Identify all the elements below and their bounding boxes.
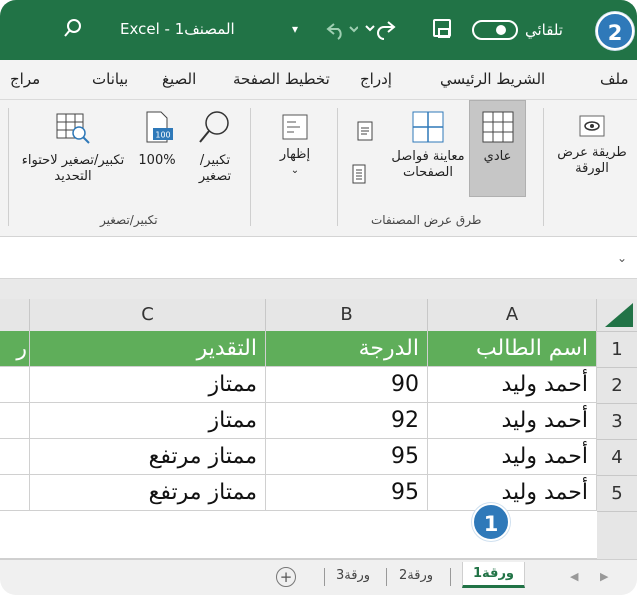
zoom-group-label: تكبير/تصغير	[100, 213, 158, 227]
workbook-views-group-label: طرق عرض المصنفات	[371, 213, 482, 227]
search-icon[interactable]	[62, 17, 84, 39]
page-break-preview-button[interactable]: معاينة فواصل الصفحات	[390, 110, 466, 181]
scroll-left-icon[interactable]: ◀	[570, 570, 578, 583]
window-title: Excel - المصنف1	[120, 20, 235, 38]
title-bar: Excel - المصنف1 ▾ تلقائي	[0, 0, 637, 60]
row-header-3[interactable]: 3	[597, 403, 637, 439]
toggle-knob	[496, 25, 506, 35]
show-button[interactable]: إظهار ⌄	[262, 112, 328, 179]
svg-text:100: 100	[155, 131, 170, 140]
row-header-2[interactable]: 2	[597, 367, 637, 403]
tab-page-layout[interactable]: تخطيط الصفحة	[233, 70, 330, 88]
cell-a1[interactable]: اسم الطالب	[428, 331, 597, 367]
zoom-100-label: 100%	[138, 153, 176, 168]
page-break-preview-label: معاينة فواصل الصفحات	[391, 149, 465, 180]
sheet-view-button[interactable]: طريقة عرض الورقة	[550, 112, 634, 177]
worksheet-grid: A B C 1 2 3 4 5 اسم الطالب الدرجة التقدي…	[0, 279, 637, 559]
callout-badge-2: 2	[596, 12, 634, 50]
autosave-label: تلقائي	[525, 21, 563, 39]
normal-view-button[interactable]: عادي	[470, 110, 525, 165]
cell-d4[interactable]	[0, 439, 30, 475]
page-break-icon	[412, 111, 444, 143]
column-header-d[interactable]	[0, 299, 30, 331]
callout-badge-1: 1	[472, 503, 510, 541]
tab-home[interactable]: الشريط الرئيسي	[440, 70, 545, 88]
divider	[8, 108, 9, 226]
divider	[324, 568, 325, 586]
zoom-selection-icon	[56, 113, 90, 144]
sheet-view-label: طريقة عرض الورقة	[557, 145, 627, 176]
cell-b5[interactable]: 95	[266, 475, 428, 511]
cell-c5[interactable]: ممتاز مرتفع	[30, 475, 266, 511]
cell-d5[interactable]	[0, 475, 30, 511]
tab-review[interactable]: مراج	[10, 70, 40, 88]
cell-a5[interactable]: أحمد وليد	[428, 475, 597, 511]
eye-icon	[579, 115, 605, 137]
zoom-label: تكبير/ تصغير	[198, 153, 232, 184]
tab-file[interactable]: ملف	[600, 70, 629, 88]
add-sheet-button[interactable]: +	[276, 567, 296, 587]
row-header-5[interactable]: 5	[597, 475, 637, 511]
show-dropdown-icon: ⌄	[290, 165, 300, 176]
cell-c4[interactable]: ممتاز مرتفع	[30, 439, 266, 475]
sheet-tabs-bar: ◀ ▶ ورقة1 ورقة2 ورقة3 +	[0, 559, 637, 595]
undo-icon[interactable]	[318, 18, 358, 40]
column-header-c[interactable]: C	[30, 299, 266, 331]
formula-bar[interactable]: ⌄	[0, 237, 637, 279]
cell-b4[interactable]: 95	[266, 439, 428, 475]
show-icon	[282, 114, 308, 140]
cell-d3[interactable]	[0, 403, 30, 439]
zoom-100-button[interactable]: 100 100%	[132, 108, 182, 169]
cell-c1[interactable]: التقدير	[30, 331, 266, 367]
cell-a3[interactable]: أحمد وليد	[428, 403, 597, 439]
chevron-down-icon[interactable]: ⌄	[617, 251, 627, 265]
cell-b1[interactable]: الدرجة	[266, 331, 428, 367]
tab-insert[interactable]: إدراج	[360, 70, 392, 88]
row-header-1[interactable]: 1	[597, 331, 637, 367]
tab-formulas[interactable]: الصيغ	[162, 70, 196, 88]
cell-c2[interactable]: ممتاز	[30, 367, 266, 403]
magnifier-icon	[199, 111, 229, 143]
save-icon[interactable]	[433, 19, 451, 38]
scroll-right-icon[interactable]: ▶	[600, 570, 608, 583]
customize-icon[interactable]: ▾	[292, 22, 298, 36]
autosave-toggle[interactable]	[472, 20, 518, 40]
divider	[386, 568, 387, 586]
zoom-to-selection-button[interactable]: تكبير/تصغير لاحتواء التحديد	[14, 108, 132, 185]
normal-view-label: عادي	[483, 149, 512, 164]
cell-b2[interactable]: 90	[266, 367, 428, 403]
divider	[250, 108, 251, 226]
row-header-4[interactable]: 4	[597, 439, 637, 475]
sheet-tab-3[interactable]: ورقة3	[336, 568, 370, 583]
select-all-corner[interactable]	[597, 299, 637, 331]
sheet-tab-1[interactable]: ورقة1	[462, 562, 526, 588]
show-label: إظهار	[279, 147, 311, 162]
cell-b3[interactable]: 92	[266, 403, 428, 439]
sheet-tab-2[interactable]: ورقة2	[399, 568, 433, 583]
excel-window: Excel - المصنف1 ▾ تلقائي 2 ملف الشريط ال…	[0, 0, 637, 595]
select-all-triangle	[605, 303, 633, 327]
divider	[337, 108, 338, 226]
cell-d1[interactable]: ر	[0, 331, 30, 367]
redo-icon[interactable]	[362, 16, 412, 42]
ribbon: طريقة عرض الورقة عادي معاينة فواصل الصفح…	[0, 100, 637, 237]
divider	[450, 568, 451, 586]
cell-a2[interactable]: أحمد وليد	[428, 367, 597, 403]
zoom-100-icon: 100	[146, 111, 173, 143]
page-layout-icon[interactable]	[355, 120, 377, 144]
zoom-to-selection-label: تكبير/تصغير لاحتواء التحديد	[21, 153, 125, 184]
cell-d2[interactable]	[0, 367, 30, 403]
zoom-button[interactable]: تكبير/ تصغير	[186, 108, 244, 185]
ribbon-tabs: ملف الشريط الرئيسي إدراج تخطيط الصفحة ال…	[0, 60, 637, 100]
cell-a4[interactable]: أحمد وليد	[428, 439, 597, 475]
grid-icon	[482, 111, 513, 143]
cell-c3[interactable]: ممتاز	[30, 403, 266, 439]
column-header-a[interactable]: A	[428, 299, 597, 331]
divider	[543, 108, 544, 226]
row-header-6[interactable]	[597, 511, 637, 559]
tab-data[interactable]: بيانات	[92, 70, 128, 88]
column-header-b[interactable]: B	[266, 299, 428, 331]
custom-views-icon[interactable]	[350, 162, 374, 186]
